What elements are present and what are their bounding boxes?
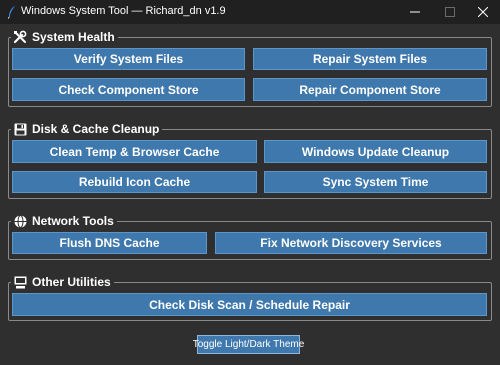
windows-update-cleanup-button[interactable]: Windows Update Cleanup bbox=[264, 140, 487, 163]
window-title: Windows System Tool — Richard_dn v1.9 bbox=[21, 5, 226, 17]
toggle-theme-button[interactable]: Toggle Light/Dark Theme bbox=[193, 335, 304, 354]
title-bar: Windows System Tool — Richard_dn v1.9 bbox=[0, 0, 500, 24]
globe-icon bbox=[13, 214, 27, 228]
minimize-icon[interactable] bbox=[398, 0, 432, 24]
system-health-title: System Health bbox=[32, 30, 115, 44]
floppy-disk-icon bbox=[13, 122, 27, 136]
check-disk-scan-button[interactable]: Check Disk Scan / Schedule Repair bbox=[12, 293, 487, 316]
system-health-header: System Health bbox=[11, 29, 118, 45]
maximize-icon[interactable] bbox=[433, 0, 467, 24]
other-utilities-header: Other Utilities bbox=[11, 274, 114, 290]
verify-system-files-button[interactable]: Verify System Files bbox=[12, 48, 245, 70]
network-tools-header: Network Tools bbox=[11, 213, 117, 229]
close-icon[interactable] bbox=[466, 0, 500, 24]
sync-system-time-button[interactable]: Sync System Time bbox=[264, 171, 487, 193]
clean-temp-browser-cache-button[interactable]: Clean Temp & Browser Cache bbox=[12, 140, 257, 163]
feather-icon bbox=[7, 5, 17, 19]
disk-cleanup-header: Disk & Cache Cleanup bbox=[11, 121, 163, 137]
rebuild-icon-cache-button[interactable]: Rebuild Icon Cache bbox=[12, 171, 257, 193]
monitor-icon bbox=[13, 275, 27, 289]
other-utilities-title: Other Utilities bbox=[32, 275, 111, 289]
network-tools-title: Network Tools bbox=[32, 214, 114, 228]
tools-icon bbox=[13, 30, 27, 44]
repair-system-files-button[interactable]: Repair System Files bbox=[253, 48, 487, 70]
disk-cleanup-title: Disk & Cache Cleanup bbox=[32, 122, 160, 136]
check-component-store-button[interactable]: Check Component Store bbox=[12, 78, 245, 101]
repair-component-store-button[interactable]: Repair Component Store bbox=[253, 78, 487, 101]
fix-network-discovery-button[interactable]: Fix Network Discovery Services bbox=[215, 232, 487, 254]
flush-dns-cache-button[interactable]: Flush DNS Cache bbox=[12, 232, 207, 254]
